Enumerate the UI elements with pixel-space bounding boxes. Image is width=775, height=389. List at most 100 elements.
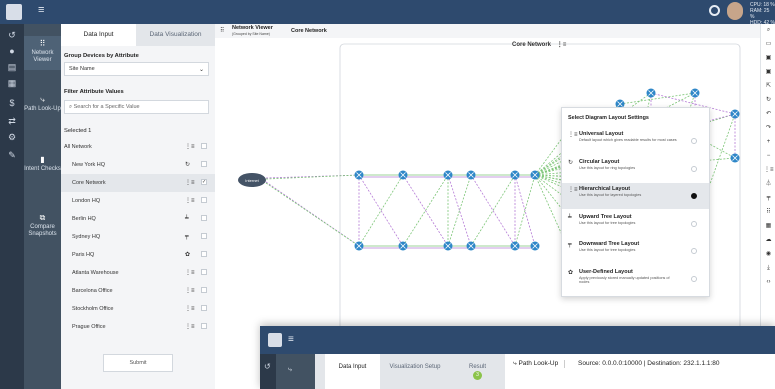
list-item[interactable]: Atlanta Warehouse ⋮≡ [61, 264, 215, 282]
dashboard-icon[interactable]: ● [7, 46, 17, 56]
nodes-icon[interactable]: ⠿ [764, 208, 773, 217]
option-radio[interactable] [691, 220, 697, 227]
layout-option[interactable]: ⋮≡ Hierarchical Layout Use this layout for… [562, 183, 709, 209]
tab-core-network[interactable]: Core Network [291, 28, 327, 34]
document-icon[interactable]: ▤ [7, 62, 17, 72]
list-item[interactable]: London HQ ⋮≡ [61, 192, 215, 210]
tab-data-input[interactable]: Data Input [61, 24, 136, 46]
layout-option[interactable]: ┯ Downward Tree Layout Use this layout for… [562, 238, 709, 264]
settings-icon[interactable]: ⚙ [7, 132, 17, 142]
layout-option[interactable]: ⋮≡ Universal Layout Default layout which g… [562, 128, 709, 154]
row-checkbox[interactable]: ✓ [201, 179, 207, 185]
save-as-icon[interactable]: ▣ [764, 68, 773, 77]
hamburger-icon[interactable]: ≡ [38, 4, 44, 16]
list-item[interactable]: Stockholm Office ⋮≡ [61, 300, 215, 318]
undo-icon[interactable]: ↶ [764, 110, 773, 119]
tab-data-input[interactable]: Data Input [325, 354, 380, 389]
list-item-all[interactable]: All Network ⋮≡ [61, 138, 215, 156]
tab-visualization-setup[interactable]: Visualization Setup [380, 354, 450, 389]
history-icon[interactable]: ↺ [264, 362, 271, 371]
refresh-icon[interactable]: ↻ [764, 96, 773, 105]
export-icon[interactable]: ⇱ [764, 82, 773, 91]
list-item[interactable]: Paris HQ ✿ [61, 246, 215, 264]
hierarchical-layout-icon[interactable]: ⋮≡ [185, 269, 195, 276]
hierarchical-layout-icon[interactable]: ⋮≡ [185, 305, 195, 312]
tree-icon[interactable]: ┯ [764, 194, 773, 203]
list-item[interactable]: Core Network ⋮≡ ✓ [61, 174, 215, 192]
arrows-icon[interactable]: ⇄ [7, 116, 17, 126]
dollar-icon[interactable]: $ [7, 98, 17, 108]
search-icon: ⌕ [69, 104, 73, 110]
tab-data-visualization[interactable]: Data Visualization [136, 24, 215, 46]
layout-option[interactable]: ↻ Circular Layout Use this layout for ring… [562, 156, 709, 182]
row-checkbox[interactable] [201, 215, 207, 221]
layout-option[interactable]: ┷ Upward Tree Layout Use this layout for t… [562, 211, 709, 237]
folder-icon[interactable]: ▭ [764, 40, 773, 49]
row-checkbox[interactable] [201, 143, 207, 149]
overlay-nav: ⤷ [276, 354, 315, 389]
option-description: Default layout which gives readable resu… [579, 138, 677, 142]
row-checkbox[interactable] [201, 251, 207, 257]
row-name: Sydney HQ [72, 234, 101, 240]
filter-icon[interactable]: ⏃ [764, 180, 773, 189]
option-radio[interactable] [691, 275, 697, 282]
option-radio[interactable] [691, 165, 697, 172]
row-checkbox[interactable] [201, 287, 207, 293]
cloud-icon[interactable]: ☁ [764, 236, 773, 245]
hierarchical-layout-icon[interactable]: ⋮≡ [185, 143, 195, 150]
row-checkbox[interactable] [201, 305, 207, 311]
search-icon[interactable]: ⌕ [764, 26, 773, 35]
submit-button[interactable]: Submit [103, 354, 173, 372]
row-checkbox[interactable] [201, 233, 207, 239]
nav-path-lookup[interactable]: ⤷ Path Look-Up [24, 96, 61, 113]
row-checkbox[interactable] [201, 197, 207, 203]
row-checkbox[interactable] [201, 323, 207, 329]
tab-result[interactable]: Result 3 [450, 354, 505, 389]
group-value: Site Name [69, 66, 95, 72]
layout-icon[interactable]: ⋮≡ [764, 166, 774, 175]
layout-option[interactable]: ✿ User-Defined Layout Apply previously sto… [562, 266, 709, 292]
redo-icon[interactable]: ↷ [764, 124, 773, 133]
option-radio[interactable] [691, 248, 697, 254]
zoom-in-icon[interactable]: + [764, 138, 773, 147]
group-select[interactable]: Site Name ⌄ [64, 62, 209, 76]
list-item[interactable]: Sydney HQ ┯ [61, 228, 215, 246]
hierarchical-layout-icon[interactable]: ⋮≡ [185, 197, 195, 204]
wrench-icon[interactable]: ✎ [7, 150, 17, 160]
row-checkbox[interactable] [201, 161, 207, 167]
row-checkbox[interactable] [201, 269, 207, 275]
grid-icon[interactable]: ▦ [764, 222, 773, 231]
hierarchical-layout-icon[interactable]: ⋮≡ [557, 42, 567, 48]
search-input[interactable]: ⌕ Search for a Specific Value [64, 100, 209, 114]
option-radio[interactable] [691, 193, 697, 199]
save-icon[interactable]: ▣ [764, 54, 773, 63]
history-icon[interactable]: ↺ [7, 30, 17, 40]
hamburger-icon[interactable]: ≡ [288, 334, 294, 345]
path-icon[interactable]: ⤷ [288, 366, 292, 374]
list-item[interactable]: New York HQ ↻ [61, 156, 215, 174]
download-icon[interactable]: ⤓ [764, 264, 773, 273]
downward-tree-icon[interactable]: ┯ [185, 233, 189, 240]
list-item[interactable]: Berlin HQ ┷ [61, 210, 215, 228]
notification-icon[interactable] [709, 5, 720, 16]
nav-compare-snapshots[interactable]: ⧉ Compare Snapshots [24, 214, 61, 238]
zoom-out-icon[interactable]: − [764, 152, 773, 161]
nav-network-viewer[interactable]: ⠿ Network Viewer [24, 36, 61, 70]
list-item[interactable]: Prague Office ⋮≡ [61, 318, 215, 336]
list-item[interactable]: Barcelona Office ⋮≡ [61, 282, 215, 300]
hierarchical-layout-icon[interactable]: ⋮≡ [185, 323, 195, 330]
upward-tree-icon[interactable]: ┷ [185, 215, 189, 222]
chevron-down-icon: ⌄ [198, 67, 204, 73]
hierarchical-layout-icon[interactable]: ⋮≡ [185, 287, 195, 294]
row-name: Paris HQ [72, 252, 95, 258]
circular-layout-icon[interactable]: ↻ [185, 161, 190, 168]
option-radio[interactable] [691, 138, 697, 144]
avatar[interactable] [727, 2, 743, 20]
result-count-badge: 3 [473, 371, 482, 380]
code-icon[interactable]: ‹› [764, 278, 773, 287]
eye-icon[interactable]: ◉ [764, 250, 773, 259]
hierarchical-layout-icon[interactable]: ⋮≡ [185, 179, 195, 186]
user-defined-icon[interactable]: ✿ [185, 251, 190, 258]
nav-intent-checks[interactable]: ▮ Intent Checks [24, 156, 61, 173]
list-icon[interactable]: ▦ [7, 78, 17, 88]
